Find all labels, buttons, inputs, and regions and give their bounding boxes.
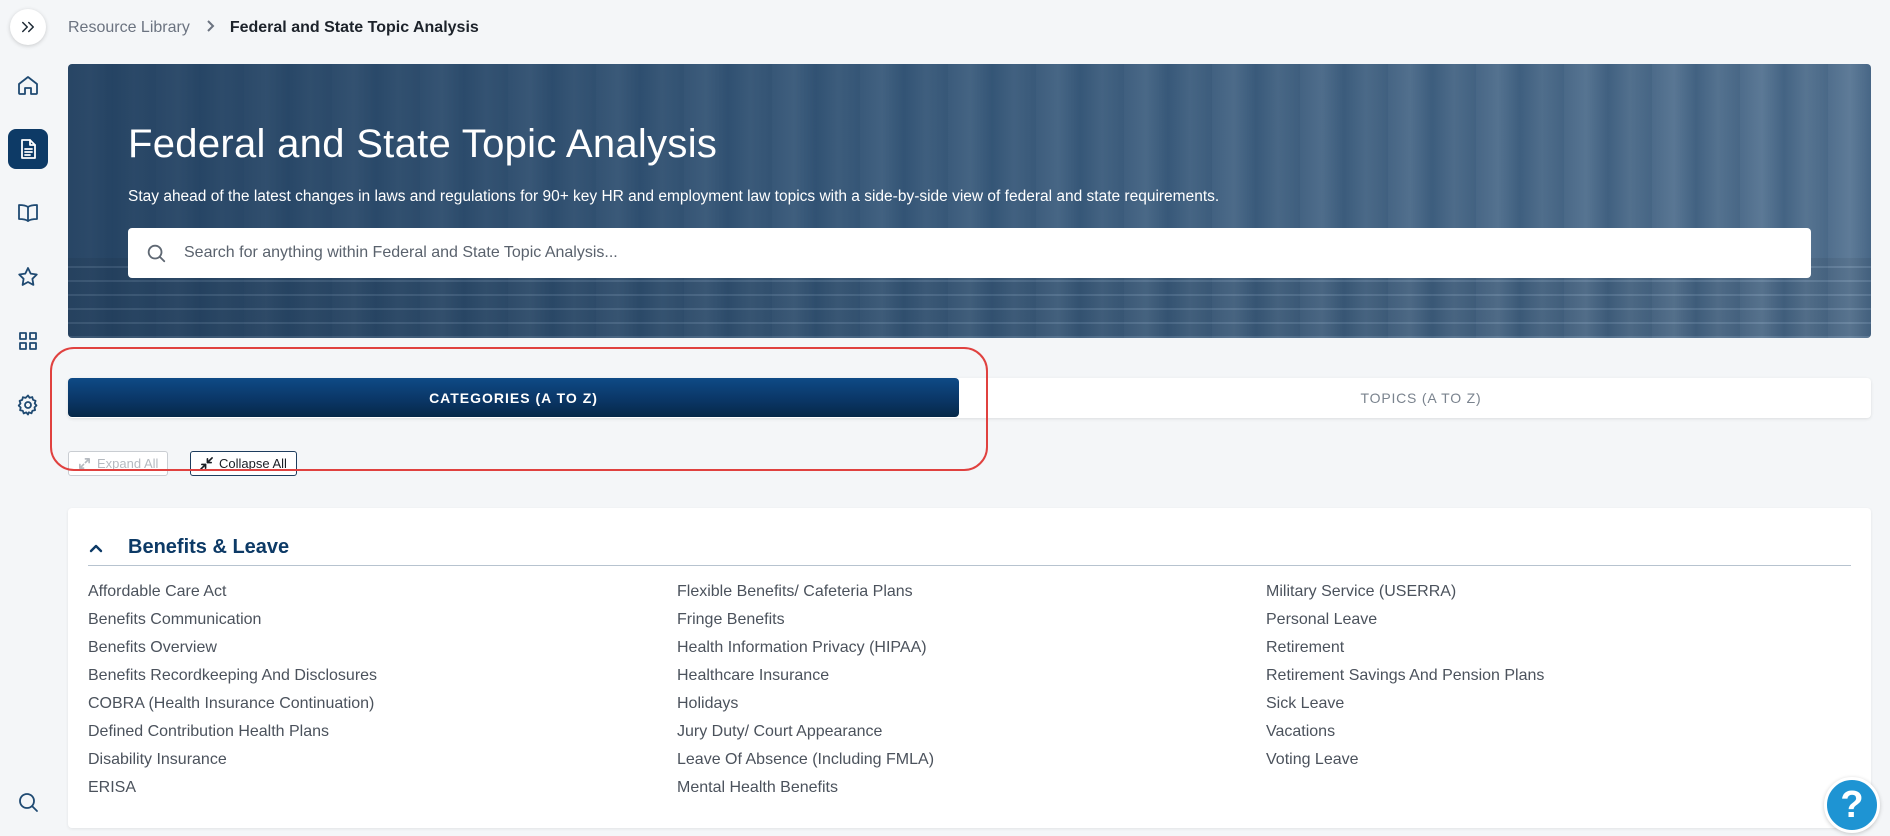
topic-link[interactable]: Retirement Savings And Pension Plans [1266,662,1544,690]
topic-link[interactable]: Benefits Overview [88,634,377,662]
page-subtitle: Stay ahead of the latest changes in laws… [128,188,1220,205]
view-tabs: CATEGORIES (A TO Z) TOPICS (A TO Z) [68,378,1871,418]
hero-banner: Federal and State Topic Analysis Stay ah… [68,64,1871,338]
star-icon [18,267,38,286]
category-card: Benefits & Leave Affordable Care Act Bene… [68,508,1871,828]
tab-topics[interactable]: TOPICS (A TO Z) [971,378,1871,418]
topic-link[interactable]: Fringe Benefits [677,606,934,634]
topic-column-2: Flexible Benefits/ Cafeteria Plans Fringe… [677,578,934,802]
sidebar-item-library[interactable] [8,193,48,233]
topic-link[interactable]: Benefits Recordkeeping And Disclosures [88,662,377,690]
chevron-right-icon [204,19,216,37]
topic-link[interactable]: Health Information Privacy (HIPAA) [677,634,934,662]
sidebar-item-favorites[interactable] [8,257,48,297]
topic-link[interactable]: Flexible Benefits/ Cafeteria Plans [677,578,934,606]
tab-categories[interactable]: CATEGORIES (A TO Z) [68,378,959,417]
topic-column-3: Military Service (USERRA) Personal Leave R… [1266,578,1544,774]
topic-link[interactable]: Retirement [1266,634,1544,662]
topic-link[interactable]: Healthcare Insurance [677,662,934,690]
topic-link[interactable]: Jury Duty/ Court Appearance [677,718,934,746]
topic-link[interactable]: Defined Contribution Health Plans [88,718,377,746]
breadcrumb-resource-library[interactable]: Resource Library [68,19,190,37]
home-icon [18,76,38,95]
gear-icon [17,394,38,416]
search-input[interactable] [184,228,1811,278]
sidebar-item-apps[interactable] [8,321,48,361]
sidebar-item-home[interactable] [8,65,48,105]
topic-link[interactable]: Disability Insurance [88,746,377,774]
search-bar [128,228,1811,278]
expand-arrows-icon [79,458,90,469]
sidebar-item-documents[interactable] [8,129,48,169]
category-header[interactable]: Benefits & Leave [88,530,1851,566]
topic-link[interactable]: Sick Leave [1266,690,1544,718]
topic-link[interactable]: Military Service (USERRA) [1266,578,1544,606]
collapse-all-label: Collapse All [219,456,287,471]
sidebar [0,0,56,836]
search-icon [19,793,38,812]
chevron-up-icon [88,540,108,556]
grid-icon [19,332,37,350]
topic-link[interactable]: Benefits Communication [88,606,377,634]
category-title: Benefits & Leave [128,536,290,558]
help-button[interactable]: ? [1824,777,1880,833]
topic-link[interactable]: Mental Health Benefits [677,774,934,802]
sidebar-item-search[interactable] [8,782,48,822]
expand-icon [22,21,34,33]
topic-link[interactable]: Personal Leave [1266,606,1544,634]
breadcrumb-current: Federal and State Topic Analysis [229,19,479,36]
topic-link[interactable]: Leave Of Absence (Including FMLA) [677,746,934,774]
topic-link[interactable]: ERISA [88,774,377,802]
collapse-all-button[interactable]: Collapse All [190,451,297,476]
sidebar-item-settings[interactable] [8,385,48,425]
topic-column-1: Affordable Care Act Benefits Communicatio… [88,578,377,802]
topic-link[interactable]: Holidays [677,690,934,718]
breadcrumb: Resource Library Federal and State Topic… [68,18,479,38]
help-question-icon: ? [1840,783,1864,826]
expand-sidebar-button[interactable] [10,9,46,45]
expand-all-button[interactable]: Expand All [68,451,169,476]
page-title: Federal and State Topic Analysis [128,122,718,166]
topic-link[interactable]: Affordable Care Act [88,578,377,606]
book-icon [18,204,38,222]
document-icon [21,139,36,159]
collapse-arrows-icon [200,457,213,470]
expand-all-label: Expand All [97,456,159,471]
topic-link[interactable]: COBRA (Health Insurance Continuation) [88,690,377,718]
search-icon [128,242,184,264]
topic-link[interactable]: Voting Leave [1266,746,1544,774]
topic-link[interactable]: Vacations [1266,718,1544,746]
